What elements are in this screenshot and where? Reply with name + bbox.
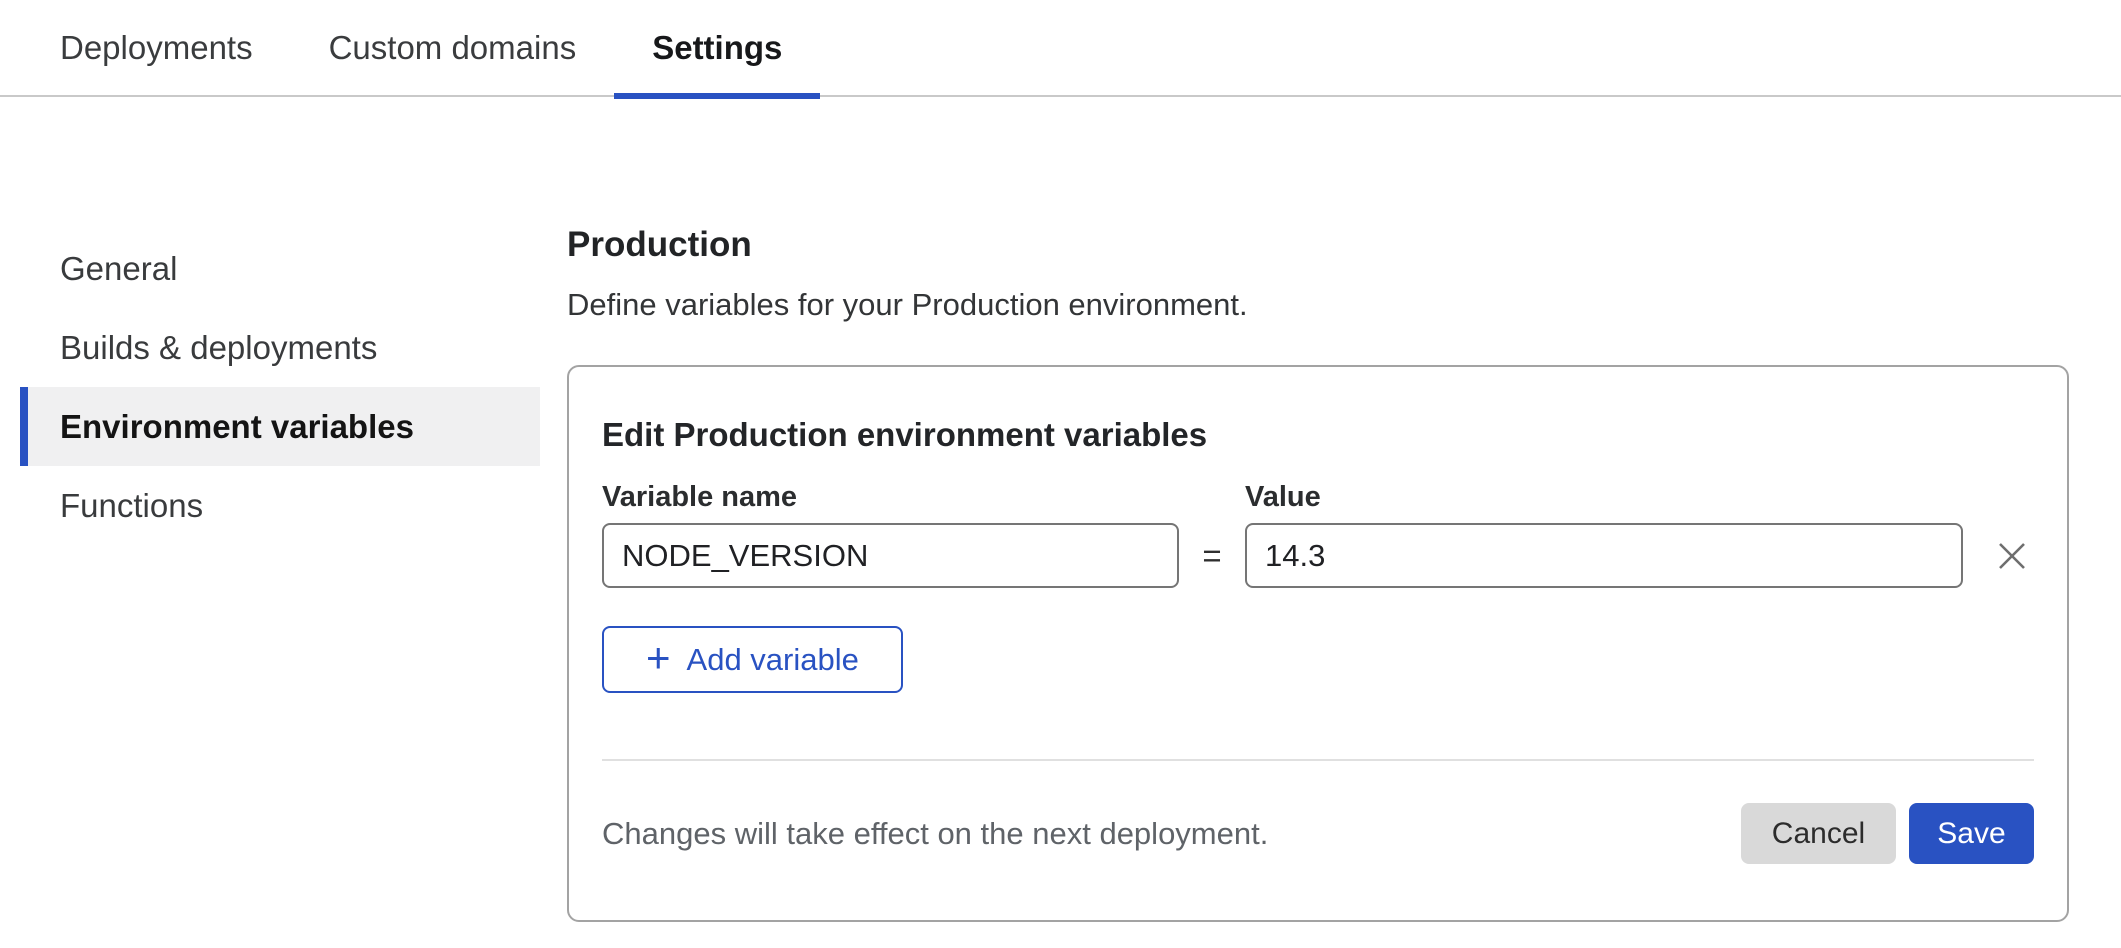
card-title: Edit Production environment variables xyxy=(602,415,2034,455)
variable-name-label: Variable name xyxy=(602,479,1179,515)
add-variable-button[interactable]: + Add variable xyxy=(602,626,903,693)
sidebar-item-general[interactable]: General xyxy=(20,229,540,308)
remove-variable-button[interactable] xyxy=(1990,534,2034,578)
footer-actions: Cancel Save xyxy=(1741,803,2034,864)
variable-labels-row: Variable name Value xyxy=(602,479,2034,515)
project-tabbar: Deployments Custom domains Settings xyxy=(0,0,2121,97)
value-label: Value xyxy=(1245,479,1963,515)
cancel-button[interactable]: Cancel xyxy=(1741,803,1896,864)
variable-row: = xyxy=(602,523,2034,588)
page-subtitle: Define variables for your Production env… xyxy=(567,285,2069,325)
add-variable-label: Add variable xyxy=(687,642,859,678)
environment-variables-panel: Production Define variables for your Pro… xyxy=(567,97,2069,922)
settings-content: General Builds & deployments Environment… xyxy=(0,97,2121,922)
tab-deployments[interactable]: Deployments xyxy=(22,0,291,95)
footer-note: Changes will take effect on the next dep… xyxy=(602,816,1268,852)
plus-icon: + xyxy=(646,637,671,679)
settings-sidebar: General Builds & deployments Environment… xyxy=(20,229,540,545)
sidebar-item-functions[interactable]: Functions xyxy=(20,466,540,545)
tab-custom-domains[interactable]: Custom domains xyxy=(291,0,615,95)
card-divider xyxy=(602,759,2034,761)
page-title: Production xyxy=(567,223,2069,267)
sidebar-item-environment-variables[interactable]: Environment variables xyxy=(20,387,540,466)
equals-sign: = xyxy=(1179,537,1245,575)
card-footer: Changes will take effect on the next dep… xyxy=(602,769,2034,864)
close-icon xyxy=(1997,541,2027,571)
variable-name-input[interactable] xyxy=(602,523,1179,588)
sidebar-item-builds-deployments[interactable]: Builds & deployments xyxy=(20,308,540,387)
variable-value-input[interactable] xyxy=(1245,523,1963,588)
save-button[interactable]: Save xyxy=(1909,803,2034,864)
edit-variables-card: Edit Production environment variables Va… xyxy=(567,365,2069,922)
tab-settings[interactable]: Settings xyxy=(614,0,820,95)
